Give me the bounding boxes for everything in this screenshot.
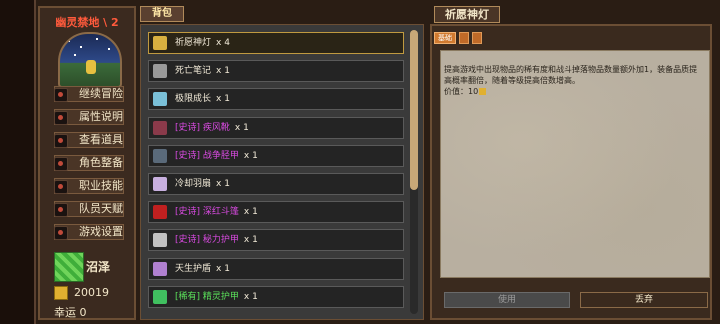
terrain-icon bbox=[54, 252, 84, 282]
armor-icon bbox=[153, 233, 167, 247]
tab-basic[interactable]: 基础 bbox=[434, 32, 456, 44]
bag-item[interactable]: 冷却羽扇 x 1 bbox=[148, 173, 404, 195]
gem-icon bbox=[153, 92, 167, 106]
item-description: 提高游戏中出现物品的稀有度和战斗掉落物品数量额外加1，装备品质提高概率翻倍，随着… bbox=[444, 65, 698, 85]
item-quality: [史诗] bbox=[175, 123, 201, 133]
bag-item[interactable]: 祈愿神灯 x 4 bbox=[148, 32, 404, 54]
item-count: x 1 bbox=[243, 207, 258, 217]
bag-item[interactable]: [史诗] 疾风靴 x 1 bbox=[148, 117, 404, 139]
bag-item[interactable]: [史诗] 战争胫甲 x 1 bbox=[148, 145, 404, 167]
game-settings-button[interactable]: 游戏设置 bbox=[54, 224, 124, 240]
left-panel: 幽灵禁地 \ 2 继续冒险 属性说明 查看道具 角色整备 职业技能 队员天赋 游… bbox=[38, 6, 136, 320]
item-name: 死亡笔记 bbox=[175, 66, 212, 76]
item-count: x 1 bbox=[243, 292, 258, 302]
menu-icon bbox=[54, 226, 68, 240]
item-quality: [史诗] bbox=[175, 151, 201, 161]
item-name: 精灵护甲 bbox=[202, 292, 239, 302]
bag-tab[interactable]: 背包 bbox=[140, 6, 184, 22]
item-name: 疾风靴 bbox=[202, 123, 230, 133]
item-count: x 1 bbox=[234, 123, 249, 133]
item-price: 价值：10 bbox=[444, 86, 487, 97]
item-quality: [史诗] bbox=[175, 235, 201, 245]
item-quality: [史诗] bbox=[175, 207, 201, 217]
party-talents-button[interactable]: 队员天赋 bbox=[54, 201, 124, 217]
item-quality: [稀有] bbox=[175, 292, 201, 302]
boots-icon bbox=[153, 121, 167, 135]
item-count: x 1 bbox=[216, 66, 230, 76]
terrain-name: 沼泽 bbox=[86, 260, 111, 274]
elf-armor-icon bbox=[153, 290, 167, 304]
location-portrait bbox=[58, 32, 122, 88]
bag-item[interactable]: 天生护盾 x 1 bbox=[148, 258, 404, 280]
item-name: 天生护盾 bbox=[175, 264, 212, 274]
item-name: 秘力护甲 bbox=[202, 235, 239, 245]
location-title: 幽灵禁地 \ 2 bbox=[55, 16, 119, 29]
item-name: 极限成长 bbox=[175, 94, 212, 104]
item-count: x 1 bbox=[216, 179, 230, 189]
scrollbar-thumb[interactable] bbox=[410, 30, 418, 190]
fan-icon bbox=[153, 177, 167, 191]
greaves-icon bbox=[153, 149, 167, 163]
item-count: x 1 bbox=[216, 94, 230, 104]
tab-extra-1[interactable] bbox=[459, 32, 469, 44]
bag-item[interactable]: [稀有] 精灵护甲 x 1 bbox=[148, 286, 404, 308]
cloak-icon bbox=[153, 205, 167, 219]
drop-button[interactable]: 丢弃 bbox=[580, 292, 708, 308]
orb-icon bbox=[153, 262, 167, 276]
item-count: x 1 bbox=[243, 151, 258, 161]
menu-icon bbox=[54, 180, 68, 194]
item-name: 祈愿神灯 bbox=[175, 38, 212, 48]
tab-extra-2[interactable] bbox=[472, 32, 482, 44]
item-name: 深红斗篷 bbox=[202, 207, 239, 217]
item-name: 冷却羽扇 bbox=[175, 179, 212, 189]
luck-value: 幸运 0 bbox=[54, 306, 87, 319]
menu-icon bbox=[54, 134, 68, 148]
attribute-info-button[interactable]: 属性说明 bbox=[54, 109, 124, 125]
item-name: 战争胫甲 bbox=[202, 151, 239, 161]
hero-sprite bbox=[86, 60, 96, 74]
item-count: x 4 bbox=[216, 38, 230, 48]
menu-icon bbox=[54, 88, 68, 102]
item-count: x 1 bbox=[243, 235, 258, 245]
detail-title: 祈愿神灯 bbox=[434, 6, 500, 23]
use-button[interactable]: 使用 bbox=[444, 292, 570, 308]
gold-icon bbox=[479, 88, 487, 95]
menu-icon bbox=[54, 157, 68, 171]
bag-item[interactable]: [史诗] 秘力护甲 x 1 bbox=[148, 229, 404, 251]
menu-icon bbox=[54, 111, 68, 125]
view-items-button[interactable]: 查看道具 bbox=[54, 132, 124, 148]
gold-value: 20019 bbox=[74, 286, 109, 299]
bag-item[interactable]: 死亡笔记 x 1 bbox=[148, 60, 404, 82]
bag-item[interactable]: [史诗] 深红斗篷 x 1 bbox=[148, 201, 404, 223]
lamp-icon bbox=[153, 36, 167, 50]
book-icon bbox=[153, 64, 167, 78]
menu-icon bbox=[54, 203, 68, 217]
continue-adventure-button[interactable]: 继续冒险 bbox=[54, 86, 124, 102]
character-prep-button[interactable]: 角色整备 bbox=[54, 155, 124, 171]
bag-item[interactable]: 极限成长 x 1 bbox=[148, 88, 404, 110]
class-skills-button[interactable]: 职业技能 bbox=[54, 178, 124, 194]
item-count: x 1 bbox=[216, 264, 230, 274]
gold-icon bbox=[54, 286, 68, 300]
